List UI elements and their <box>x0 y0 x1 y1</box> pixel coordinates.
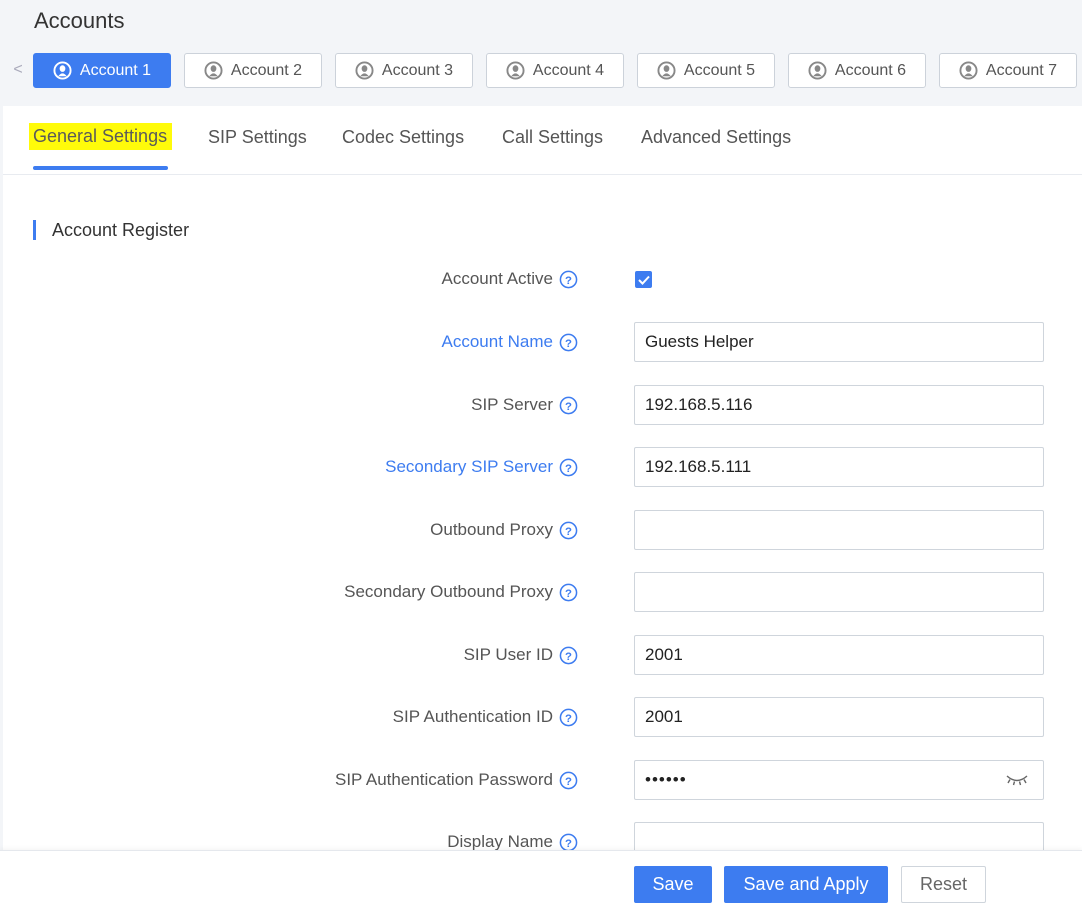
sip-auth-id-label: SIP Authentication ID <box>392 707 553 726</box>
sip-auth-id-input[interactable] <box>634 697 1044 737</box>
save-and-apply-button[interactable]: Save and Apply <box>724 866 888 903</box>
save-button[interactable]: Save <box>634 866 712 903</box>
account-tab-label: Account 4 <box>532 61 605 79</box>
sip-user-id-row: SIP User ID ? <box>3 635 1082 675</box>
sip-user-id-input[interactable] <box>634 635 1044 675</box>
user-icon <box>355 61 374 80</box>
secondary-outbound-proxy-row: Secondary Outbound Proxy ? <box>3 572 1082 612</box>
sip-server-row: SIP Server ? <box>3 385 1082 425</box>
account-tab-label: Account 1 <box>79 61 152 79</box>
svg-text:?: ? <box>565 712 572 724</box>
account-tab-label: Account 7 <box>985 61 1058 79</box>
active-tab-indicator <box>33 166 168 170</box>
svg-text:?: ? <box>565 274 572 286</box>
field-label: Outbound Proxy ? <box>430 510 578 550</box>
secondary-outbound-proxy-input[interactable] <box>634 572 1044 612</box>
tab-sip-settings[interactable]: SIP Settings <box>208 127 307 148</box>
field-label: SIP User ID ? <box>464 635 578 675</box>
field-label: Account Active ? <box>441 259 578 299</box>
sip-auth-id-row: SIP Authentication ID ? <box>3 697 1082 737</box>
secondary-outbound-proxy-label: Secondary Outbound Proxy <box>344 582 553 601</box>
svg-text:?: ? <box>565 337 572 349</box>
settings-panel: General Settings SIP Settings Codec Sett… <box>3 106 1082 907</box>
svg-text:?: ? <box>565 400 572 412</box>
svg-text:?: ? <box>565 650 572 662</box>
sip-auth-password-input[interactable] <box>635 761 995 799</box>
secondary-sip-server-label: Secondary SIP Server <box>385 457 553 476</box>
outbound-proxy-label: Outbound Proxy <box>430 520 553 539</box>
secondary-sip-server-input[interactable] <box>634 447 1044 487</box>
field-label: Account Name ? <box>442 322 579 362</box>
field-label: SIP Server ? <box>471 385 578 425</box>
help-icon[interactable]: ? <box>559 521 578 540</box>
account-active-checkbox[interactable] <box>635 271 652 288</box>
help-icon[interactable]: ? <box>559 458 578 477</box>
sip-server-label: SIP Server <box>471 395 553 414</box>
account-tab-label: Account 2 <box>230 61 303 79</box>
field-label: Secondary SIP Server ? <box>385 447 578 487</box>
svg-text:?: ? <box>565 462 572 474</box>
tab-advanced-settings[interactable]: Advanced Settings <box>641 127 791 148</box>
section-title: Account Register <box>33 220 189 240</box>
action-footer: Save Save and Apply Reset <box>0 850 1082 907</box>
account-tab-4[interactable]: Account 4 <box>486 53 624 88</box>
check-icon <box>637 275 650 285</box>
tab-codec-settings[interactable]: Codec Settings <box>342 127 464 148</box>
outbound-proxy-input[interactable] <box>634 510 1044 550</box>
settings-tab-bar: General Settings SIP Settings Codec Sett… <box>3 106 1082 175</box>
account-tab-3[interactable]: Account 3 <box>335 53 473 88</box>
account-tab-label: Account 3 <box>381 61 454 79</box>
sip-server-input[interactable] <box>634 385 1044 425</box>
account-tab-label: Account 5 <box>683 61 756 79</box>
account-name-row: Account Name ? <box>3 322 1082 362</box>
account-name-label: Account Name <box>441 332 554 351</box>
reset-button[interactable]: Reset <box>901 866 986 903</box>
sip-auth-password-row: SIP Authentication Password ? <box>3 760 1082 800</box>
svg-text:?: ? <box>565 837 572 849</box>
sip-auth-password-field <box>634 760 1044 800</box>
account-tab-7[interactable]: Account 7 <box>939 53 1077 88</box>
account-tab-2[interactable]: Account 2 <box>184 53 322 88</box>
help-icon[interactable]: ? <box>559 583 578 602</box>
help-icon[interactable]: ? <box>559 708 578 727</box>
display-name-label: Display Name <box>447 832 553 851</box>
account-tab-1[interactable]: Account 1 <box>33 53 171 88</box>
account-tab-bar: < Account 1 Account 2 Account 3 Account … <box>0 53 1082 89</box>
chevron-left-icon[interactable]: < <box>11 61 25 79</box>
field-label: Secondary Outbound Proxy ? <box>344 572 578 612</box>
field-label: SIP Authentication ID ? <box>393 697 578 737</box>
user-icon <box>657 61 676 80</box>
account-name-input[interactable] <box>634 322 1044 362</box>
help-icon[interactable]: ? <box>559 833 578 852</box>
help-icon[interactable]: ? <box>559 333 578 352</box>
svg-text:?: ? <box>565 775 572 787</box>
svg-text:?: ? <box>565 525 572 537</box>
help-icon[interactable]: ? <box>559 270 578 289</box>
account-tab-5[interactable]: Account 5 <box>637 53 775 88</box>
field-label: SIP Authentication Password ? <box>335 760 578 800</box>
account-tab-6[interactable]: Account 6 <box>788 53 926 88</box>
outbound-proxy-row: Outbound Proxy ? <box>3 510 1082 550</box>
secondary-sip-server-row: Secondary SIP Server ? <box>3 447 1082 487</box>
tab-call-settings[interactable]: Call Settings <box>502 127 603 148</box>
svg-text:?: ? <box>565 587 572 599</box>
sip-user-id-label: SIP User ID <box>463 645 553 664</box>
sip-auth-password-label: SIP Authentication Password <box>335 770 553 789</box>
user-icon <box>959 61 978 80</box>
account-active-label: Account Active <box>441 269 553 288</box>
user-icon <box>204 61 223 80</box>
user-icon <box>506 61 525 80</box>
help-icon[interactable]: ? <box>559 771 578 790</box>
page-title: Accounts <box>34 8 125 33</box>
user-icon <box>53 61 72 80</box>
eye-closed-icon[interactable] <box>1005 773 1029 787</box>
user-icon <box>808 61 827 80</box>
account-active-row: Account Active ? <box>3 259 1082 299</box>
account-tab-label: Account 6 <box>834 61 907 79</box>
tab-general-settings[interactable]: General Settings <box>29 123 173 150</box>
help-icon[interactable]: ? <box>559 646 578 665</box>
help-icon[interactable]: ? <box>559 396 578 415</box>
